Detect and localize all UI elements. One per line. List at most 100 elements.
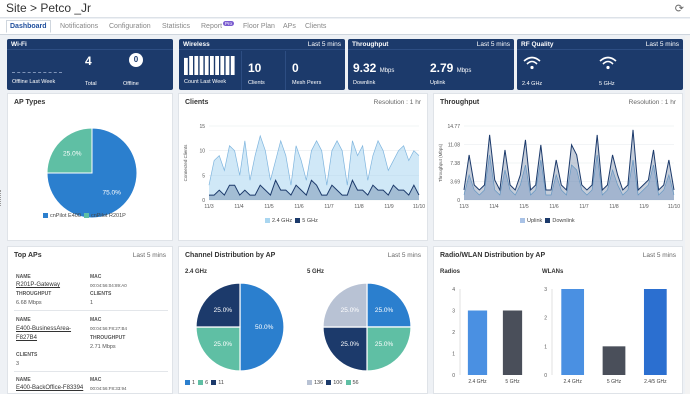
count-bar bbox=[210, 56, 214, 75]
clients-y-label: Connected Clients bbox=[183, 144, 188, 182]
ap2-mac: 00:04:56:F8:27:B4 bbox=[90, 326, 128, 331]
legend-r201p: cnPilot R201P bbox=[90, 213, 126, 219]
wireless-count-chart bbox=[184, 56, 235, 75]
radios-x-tick: 5 GHz bbox=[505, 379, 520, 385]
throughput-down-label: Downlink bbox=[353, 80, 376, 86]
wlans-y-tick: 2 bbox=[544, 316, 547, 322]
ap3-name-link[interactable]: E400-BackOffice-F83394 bbox=[16, 385, 83, 391]
clients-x-tick: 11/7 bbox=[324, 204, 334, 210]
clients-panel: Clients Resolution : 1 hr 0 5 10 15 Connecte… bbox=[178, 93, 428, 241]
channel-5-data-label: 25.0% bbox=[341, 341, 360, 348]
channel-5-data-label: 25.0% bbox=[341, 307, 360, 314]
clients-y-tick: 15 bbox=[199, 124, 205, 130]
radio-wlan-range: Last 5 mins bbox=[642, 252, 676, 259]
top-aps-range: Last 5 mins bbox=[132, 252, 166, 259]
throughput-panel-title: Throughput bbox=[440, 99, 480, 106]
tab-notifications[interactable]: Notifications bbox=[57, 21, 101, 32]
wifi-card[interactable]: Wi-Fi Offline Last Week 4 Total 0 Offlin… bbox=[7, 39, 173, 90]
throughput-y-label: Throughput (Mbps) bbox=[438, 143, 443, 182]
clients-x-tick: 11/5 bbox=[264, 204, 274, 210]
throughput-y-tick: 7.38 bbox=[450, 161, 460, 167]
radios-x-tick: 2.4 GHz bbox=[468, 379, 487, 385]
wlans-y-tick: 3 bbox=[544, 287, 547, 293]
radios-bar bbox=[467, 310, 488, 375]
channel-24-subtitle: 2.4 GHz bbox=[185, 269, 208, 275]
ap1-throughput: 6.68 Mbps bbox=[16, 300, 42, 306]
channel-24-data-label: 25.0% bbox=[214, 307, 233, 314]
tab-floor-plan[interactable]: Floor Plan bbox=[240, 21, 278, 32]
tab-clients[interactable]: Clients bbox=[302, 21, 329, 32]
clients-y-tick: 5 bbox=[202, 173, 205, 179]
ap1-clients-label: CLIENTS bbox=[90, 291, 112, 297]
page-scrollbar[interactable] bbox=[685, 36, 690, 394]
legend-ch100: 100 bbox=[333, 380, 343, 386]
divider bbox=[14, 310, 168, 311]
ap-types-panel: AP Types 25.0% 75.0% cnPilot E400 cnPilot… bbox=[7, 93, 173, 241]
tab-aps[interactable]: APs bbox=[280, 21, 299, 32]
channel-24-pie: 50.0% 25.0% 25.0% bbox=[195, 282, 285, 372]
count-bar bbox=[225, 56, 230, 75]
wlans-y-tick: 0 bbox=[544, 373, 547, 379]
throughput-x-tick: 11/4 bbox=[489, 204, 499, 210]
rf-quality-card[interactable]: RF Quality Last 5 mins 2.4 GHz 5 GHz bbox=[517, 39, 683, 90]
radios-y-tick: 3 bbox=[452, 309, 455, 315]
radios-subtitle: Radios bbox=[440, 269, 461, 275]
wlans-subtitle: WLANs bbox=[542, 269, 564, 275]
ap-type-data-label: 25.0% bbox=[63, 150, 82, 157]
tab-configuration[interactable]: Configuration bbox=[106, 21, 154, 32]
channel-5-slice bbox=[366, 326, 412, 372]
throughput-x-tick: 11/5 bbox=[519, 204, 529, 210]
top-bar: Site > Petco _Jr ⟳ bbox=[0, 0, 690, 18]
throughput-chart: 03.697.3811.0814.77Throughput (Mbps)11/3… bbox=[438, 124, 680, 210]
legend-downlink: Downlink bbox=[552, 218, 575, 224]
throughput-down-value: 9.32 bbox=[353, 61, 377, 75]
channel-24-slice bbox=[195, 326, 241, 372]
ap-types-title: AP Types bbox=[14, 99, 46, 106]
wireless-range: Last 5 mins bbox=[307, 41, 341, 48]
ap2-throughput-label: THROUGHPUT bbox=[90, 335, 126, 341]
wireless-title: Wireless bbox=[183, 41, 210, 48]
channel-5-pie: 25.0% 25.0% 25.0% 25.0% bbox=[322, 282, 412, 372]
refresh-icon[interactable]: ⟳ bbox=[675, 2, 684, 15]
clients-x-tick: 11/6 bbox=[294, 204, 304, 210]
ap2-mac-label: MAC bbox=[90, 317, 102, 323]
ap2-name-label: NAME bbox=[16, 317, 31, 323]
clients-chart: 051015Connected Clients11/3 11/4 11/5 11/6 1… bbox=[183, 124, 425, 210]
wifi-sparkline bbox=[12, 72, 62, 73]
rf-range: Last 5 mins bbox=[645, 41, 679, 48]
resize-handle[interactable] bbox=[0, 190, 3, 206]
page-title: Site > Petco _Jr bbox=[6, 1, 92, 15]
wifi-signal-24-icon bbox=[523, 56, 541, 70]
wlans-bar bbox=[643, 289, 667, 375]
throughput-range: Last 5 mins bbox=[476, 41, 510, 48]
legend-24ghz: 2.4 GHz bbox=[272, 218, 293, 224]
rf-title: RF Quality bbox=[521, 41, 554, 48]
ap2-name-link[interactable]: E400-BusinessArea-F827B4 bbox=[16, 325, 86, 343]
divider bbox=[14, 371, 168, 372]
throughput-x-tick: 11/8 bbox=[609, 204, 619, 210]
clients-title: Clients bbox=[185, 99, 209, 106]
tab-statistics[interactable]: Statistics bbox=[159, 21, 193, 32]
clients-y-tick: 10 bbox=[199, 149, 205, 155]
throughput-legend: Uplink Downlink bbox=[520, 218, 575, 224]
tab-report[interactable]: Report Pro bbox=[198, 21, 237, 32]
top-aps-title: Top APs bbox=[14, 252, 42, 259]
wireless-mesh-value: 0 bbox=[292, 61, 299, 75]
channel-5-slice bbox=[322, 282, 368, 328]
wireless-card[interactable]: Wireless Last 5 mins Count Last Week 10 C… bbox=[179, 39, 345, 90]
radios-y-tick: 0 bbox=[452, 373, 455, 379]
channel-24-data-label: 25.0% bbox=[214, 341, 233, 348]
legend-5ghz: 5 GHz bbox=[302, 218, 318, 224]
tab-dashboard[interactable]: Dashboard bbox=[6, 20, 51, 33]
wifi-offline-value: 0 bbox=[133, 55, 139, 64]
channel-distribution-panel: Channel Distribution by AP Last 5 mins 2… bbox=[178, 246, 428, 394]
wlans-bar-chart: 0 1 2 3 2.4 GHz 5 GHz 2.4/5 GHz bbox=[544, 287, 667, 385]
wifi-offline-last-week: Offline Last Week bbox=[12, 79, 56, 85]
throughput-card[interactable]: Throughput Last 5 mins 9.32 Mbps Downlink… bbox=[348, 39, 514, 90]
ap3-mac-label: MAC bbox=[90, 377, 102, 383]
ap1-name-link[interactable]: R201P-Gateway bbox=[16, 282, 60, 288]
ap3-mac: 00:04:56:F8:33:94 bbox=[90, 386, 127, 391]
wifi-title: Wi-Fi bbox=[11, 41, 27, 48]
count-bar bbox=[199, 56, 204, 75]
channel-5-legend: 136 100 56 bbox=[307, 380, 359, 386]
